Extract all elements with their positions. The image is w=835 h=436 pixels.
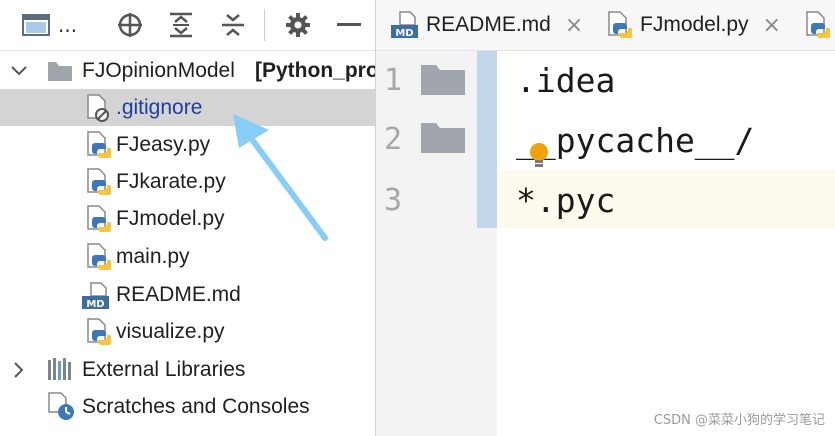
hide-button[interactable] xyxy=(336,10,362,40)
code-line[interactable]: *.pyc xyxy=(516,181,615,220)
python-file-icon xyxy=(87,131,111,158)
markdown-file-icon: MD xyxy=(82,282,109,310)
locate-button[interactable] xyxy=(116,10,144,40)
minimize-icon xyxy=(337,23,361,26)
python-file-icon xyxy=(87,243,111,270)
file-name: README.md xyxy=(116,282,241,306)
chevron-down-icon[interactable] xyxy=(10,62,28,80)
markdown-file-icon: MD xyxy=(391,11,418,39)
project-toolbar: ... xyxy=(0,0,375,51)
file-name: FJeasy.py xyxy=(116,132,211,156)
python-file-icon xyxy=(87,168,111,195)
file-name: FJkarate.py xyxy=(116,169,226,193)
expand-all-icon xyxy=(170,12,192,38)
folder-icon xyxy=(421,65,465,95)
file-name: FJmodel.py xyxy=(116,206,225,230)
locate-icon xyxy=(118,13,142,37)
svg-text:MD: MD xyxy=(86,299,104,310)
tree-root-folder[interactable]: FJOpinionModel [Python_pro xyxy=(0,52,375,89)
toolbar-separator xyxy=(264,9,265,41)
python-file-icon xyxy=(87,318,111,345)
close-icon[interactable]: × xyxy=(763,13,781,38)
scratches-icon xyxy=(48,392,74,420)
root-folder-suffix: [Python_pro xyxy=(255,58,376,82)
annotation-arrow xyxy=(233,114,328,241)
python-file-icon xyxy=(608,11,632,38)
collapse-all-icon xyxy=(222,14,244,36)
tab-readme[interactable]: MD README.md × xyxy=(390,0,583,50)
project-pane: ... FJOpinionModel [Python_pro .gitignor… xyxy=(0,0,376,436)
tab-overflow[interactable] xyxy=(804,0,830,50)
code-line[interactable]: .idea xyxy=(516,61,615,100)
tree-file-readme[interactable]: MD README.md xyxy=(0,276,375,313)
tab-label: FJmodel.py xyxy=(640,13,749,36)
file-name: .gitignore xyxy=(116,95,203,119)
gear-icon xyxy=(286,13,310,37)
svg-text:MD: MD xyxy=(395,28,413,39)
watermark: CSDN @菜菜小狗的学习笔记 xyxy=(653,413,825,428)
expand-all-button[interactable] xyxy=(167,10,195,40)
file-name: main.py xyxy=(116,244,190,268)
collapse-all-button[interactable] xyxy=(219,10,247,40)
editor-tabbar: MD README.md × FJmodel.py × xyxy=(376,0,835,51)
folder-icon xyxy=(48,62,72,81)
window-icon xyxy=(22,14,50,36)
line-number: 3 xyxy=(384,183,403,218)
tab-fjmodel[interactable]: FJmodel.py × xyxy=(606,0,781,50)
file-name: visualize.py xyxy=(116,319,225,343)
view-mode-dropdown[interactable]: ... xyxy=(22,10,77,40)
library-icon xyxy=(48,358,71,380)
root-folder-name: FJOpinionModel xyxy=(82,58,235,82)
tree-file-visualize[interactable]: visualize.py xyxy=(0,313,375,350)
editor-pane: MD README.md × FJmodel.py × 1 2 3 .idea … xyxy=(376,0,835,436)
scratches-label: Scratches and Consoles xyxy=(82,394,310,418)
folder-icon xyxy=(421,123,465,153)
tree-external-libraries[interactable]: External Libraries xyxy=(0,351,375,388)
python-file-icon xyxy=(87,205,111,232)
tree-scratches[interactable]: Scratches and Consoles xyxy=(0,388,375,425)
lightbulb-icon[interactable] xyxy=(528,142,550,170)
close-icon[interactable]: × xyxy=(565,13,583,38)
view-mode-label: ... xyxy=(58,13,78,37)
line-number: 2 xyxy=(384,122,403,157)
external-libraries-label: External Libraries xyxy=(82,357,246,381)
gitignore-file-icon xyxy=(87,94,109,122)
line-number: 1 xyxy=(384,63,403,98)
tab-label: README.md xyxy=(426,13,551,36)
python-file-icon xyxy=(806,11,830,38)
gutter-change-marker xyxy=(477,51,497,228)
settings-button[interactable] xyxy=(284,10,312,40)
chevron-right-icon[interactable] xyxy=(10,361,28,379)
code-line[interactable]: __pycache__/ xyxy=(516,121,754,160)
